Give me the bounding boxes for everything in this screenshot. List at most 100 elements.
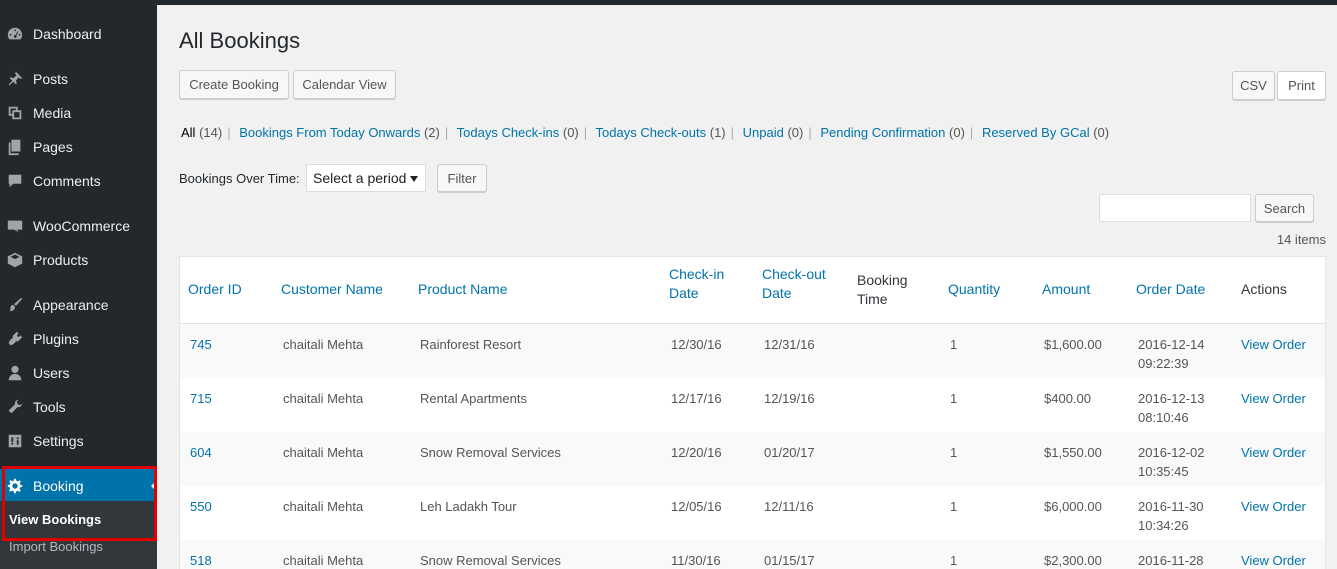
media-icon [0, 104, 33, 122]
view-pending-link[interactable]: Pending Confirmation [820, 125, 945, 140]
sidebar-item-woocommerce[interactable]: WooCommerce [0, 209, 157, 243]
table-row: 745 chaitali Mehta Rainforest Resort 12/… [180, 324, 1325, 378]
brush-icon [0, 296, 33, 314]
sidebar-item-dashboard[interactable]: Dashboard [0, 17, 157, 51]
view-order-link[interactable]: View Order [1241, 551, 1306, 569]
view-order-link[interactable]: View Order [1241, 443, 1306, 462]
comments-icon [0, 172, 33, 190]
view-from-today-link[interactable]: Bookings From Today Onwards [239, 125, 420, 140]
create-booking-button[interactable]: Create Booking [179, 70, 289, 99]
sidebar-item-label: WooCommerce [33, 218, 130, 234]
view-order-link[interactable]: View Order [1241, 497, 1306, 516]
order-id-link[interactable]: 745 [190, 335, 212, 354]
view-todays-checkins-link[interactable]: Todays Check-ins [457, 125, 560, 140]
users-icon [0, 364, 33, 382]
order-id-link[interactable]: 518 [190, 551, 212, 569]
pin-icon [0, 70, 33, 88]
amount: $1,550.00 [1044, 445, 1102, 460]
sidebar-item-label: Tools [33, 399, 66, 415]
quantity: 1 [950, 553, 958, 568]
table-row: 550 chaitali Mehta Leh Ladakh Tour 12/05… [180, 486, 1325, 540]
sidebar-item-plugins[interactable]: Plugins [0, 322, 157, 356]
sidebar-item-tools[interactable]: Tools [0, 390, 157, 424]
checkin-date: 11/30/16 [671, 553, 721, 568]
column-customer-name[interactable]: Customer Name [281, 280, 383, 299]
dashboard-icon [0, 25, 33, 43]
checkout-date: 01/15/17 [764, 553, 815, 568]
view-count: (0) [949, 125, 965, 140]
amount: $400.00 [1044, 391, 1091, 406]
sidebar-item-label: Users [33, 365, 70, 381]
main-content: All Bookings Create Booking Calendar Vie… [157, 5, 1337, 569]
sidebar-item-label: Appearance [33, 297, 109, 313]
order-date: 2016-12-02 10:35:45 [1138, 445, 1205, 479]
submenu-import-bookings[interactable]: Import Bookings [9, 539, 103, 554]
page-title: All Bookings [179, 28, 301, 53]
sidebar-item-label: Dashboard [33, 26, 102, 42]
csv-button[interactable]: CSV [1232, 71, 1275, 100]
sidebar-item-label: Settings [33, 433, 84, 449]
view-order-link[interactable]: View Order [1241, 389, 1306, 408]
view-todays-checkouts-link[interactable]: Todays Check-outs [596, 125, 707, 140]
view-order-link[interactable]: View Order [1241, 335, 1306, 354]
view-gcal-link[interactable]: Reserved By GCal [982, 125, 1090, 140]
pages-icon [0, 138, 33, 156]
checkin-date: 12/05/16 [671, 499, 722, 514]
checkout-date: 12/19/16 [764, 391, 815, 406]
column-checkin-date[interactable]: Check-in Date [669, 265, 724, 303]
checkin-date: 12/30/16 [671, 337, 722, 352]
amount: $1,600.00 [1044, 337, 1102, 352]
table-row: 604 chaitali Mehta Snow Removal Services… [180, 432, 1325, 486]
order-id-link[interactable]: 550 [190, 497, 212, 516]
order-date: 2016-12-14 09:22:39 [1138, 337, 1205, 371]
sidebar-item-settings[interactable]: Settings [0, 424, 157, 458]
table-header: Order ID Customer Name Product Name Chec… [180, 257, 1325, 324]
order-date: 2016-12-13 08:10:46 [1138, 391, 1205, 425]
quantity: 1 [950, 499, 958, 514]
column-order-id[interactable]: Order ID [188, 280, 242, 299]
calendar-view-button[interactable]: Calendar View [293, 70, 396, 99]
search-button[interactable]: Search [1255, 194, 1314, 222]
sidebar-item-booking[interactable]: Booking [0, 469, 157, 503]
filter-button[interactable]: Filter [437, 164, 487, 192]
sidebar-item-media[interactable]: Media [0, 96, 157, 130]
view-all-link[interactable]: All [181, 125, 195, 140]
sidebar-item-appearance[interactable]: Appearance [0, 288, 157, 322]
view-count: (0) [1093, 125, 1110, 140]
period-select[interactable]: Select a period [306, 164, 426, 192]
amount: $6,000.00 [1044, 499, 1102, 514]
order-date: 2016-11-30 10:34:26 [1138, 499, 1204, 533]
sidebar-item-label: Plugins [33, 331, 79, 347]
view-filter-links: All (14) | Bookings From Today Onwards (2… [181, 125, 1110, 140]
checkout-date: 12/11/16 [764, 499, 814, 514]
column-checkout-date[interactable]: Check-out Date [762, 265, 826, 303]
sidebar-item-pages[interactable]: Pages [0, 130, 157, 164]
order-date: 2016-11-28 [1138, 553, 1204, 568]
caret-down-icon [410, 176, 418, 182]
admin-sidebar: Dashboard Posts Media Pages Comments Woo… [0, 5, 157, 569]
sidebar-item-posts[interactable]: Posts [0, 62, 157, 96]
product-name: Leh Ladakh Tour [420, 499, 517, 514]
product-name: Rental Apartments [420, 391, 527, 406]
bookings-table: Order ID Customer Name Product Name Chec… [179, 256, 1326, 569]
items-count: 14 items [1276, 232, 1326, 247]
order-id-link[interactable]: 604 [190, 443, 212, 462]
column-amount[interactable]: Amount [1042, 280, 1090, 299]
sidebar-item-products[interactable]: Products [0, 243, 157, 277]
customer-name: chaitali Mehta [283, 553, 364, 568]
search-input[interactable] [1099, 194, 1251, 222]
view-count: (0) [787, 125, 804, 140]
checkout-date: 01/20/17 [764, 445, 815, 460]
sidebar-item-users[interactable]: Users [0, 356, 157, 390]
submenu-view-bookings[interactable]: View Bookings [9, 512, 101, 527]
view-unpaid-link[interactable]: Unpaid [743, 125, 784, 140]
product-name: Rainforest Resort [420, 337, 522, 352]
sidebar-item-label: Posts [33, 71, 69, 87]
column-order-date[interactable]: Order Date [1136, 280, 1205, 299]
print-button[interactable]: Print [1277, 71, 1326, 100]
column-quantity[interactable]: Quantity [948, 280, 1000, 299]
column-product-name[interactable]: Product Name [418, 280, 507, 299]
sidebar-item-comments[interactable]: Comments [0, 164, 157, 198]
order-id-link[interactable]: 715 [190, 389, 212, 408]
sidebar-item-label: Products [33, 252, 89, 268]
